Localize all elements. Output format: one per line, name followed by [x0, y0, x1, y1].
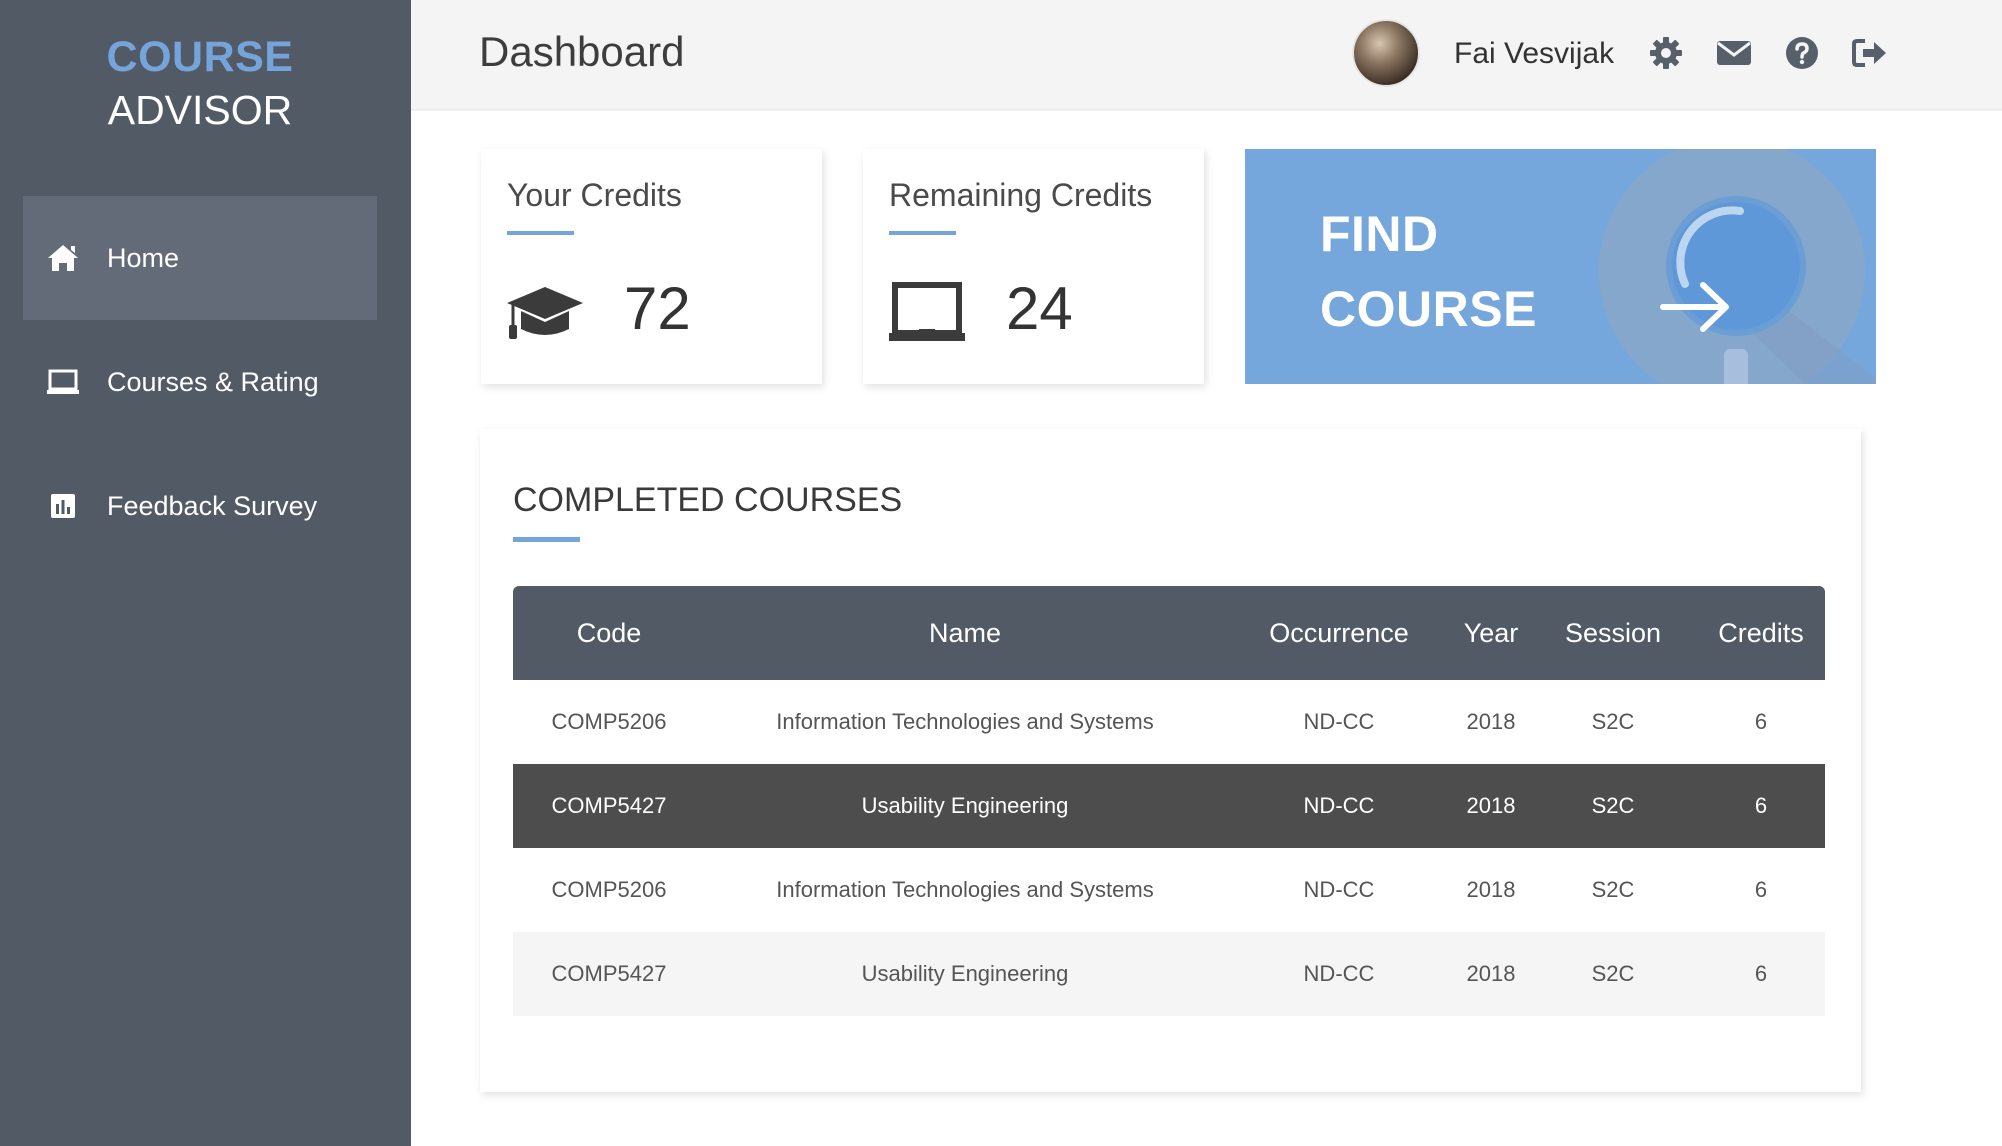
graduation-cap-icon — [505, 277, 585, 347]
logo-line1: COURSE — [106, 33, 294, 81]
envelope-icon[interactable] — [1715, 34, 1753, 72]
user-name[interactable]: Fai Vesvijak — [1454, 37, 1614, 71]
find-line1: FIND — [1320, 206, 1439, 262]
find-course-button[interactable]: FIND COURSE — [1245, 149, 1876, 384]
cell-year: 2018 — [1466, 709, 1516, 734]
table-row[interactable]: COMP5206 Information Technologies and Sy… — [513, 848, 1825, 932]
completed-courses-table: Code Name Occurrence Year Session Credit… — [513, 586, 1825, 1016]
cell-year: 2018 — [1466, 877, 1516, 902]
sign-out-icon[interactable] — [1851, 34, 1889, 72]
page-title: Dashboard — [479, 28, 685, 75]
top-bar: Dashboard Fai Vesvijak — [411, 0, 2002, 110]
card-title: Your Credits — [507, 177, 682, 213]
sidebar-item-feedback-survey[interactable]: Feedback Survey — [23, 444, 377, 568]
sidebar: COURSE ADVISOR Home Courses & Rating Fee… — [0, 0, 411, 1146]
table-row[interactable]: COMP5427 Usability Engineering ND-CC 201… — [513, 932, 1825, 1016]
laptop-icon — [45, 364, 81, 400]
cell-occurrence: ND-CC — [1303, 793, 1375, 818]
cell-credits: 6 — [1754, 961, 1768, 986]
avatar[interactable] — [1352, 19, 1420, 87]
app-logo[interactable]: COURSE ADVISOR — [0, 30, 400, 136]
cell-session: S2C — [1591, 961, 1635, 986]
cell-name: Information Technologies and Systems — [776, 709, 1154, 734]
logo-line2: ADVISOR — [107, 87, 293, 133]
column-header-session[interactable]: Session — [1529, 618, 1697, 649]
cell-session: S2C — [1591, 877, 1635, 902]
cell-name: Usability Engineering — [861, 961, 1069, 986]
table-row[interactable]: COMP5206 Information Technologies and Sy… — [513, 680, 1825, 764]
cell-occurrence: ND-CC — [1303, 877, 1375, 902]
remaining-credits-card: Remaining Credits 24 — [863, 149, 1204, 384]
card-underline — [889, 231, 956, 235]
cell-year: 2018 — [1466, 793, 1516, 818]
column-header-credits[interactable]: Credits — [1697, 618, 1825, 649]
find-line2: COURSE — [1320, 281, 1537, 337]
cell-session: S2C — [1591, 793, 1635, 818]
card-title: Remaining Credits — [889, 177, 1153, 213]
bar-chart-icon — [45, 488, 81, 524]
help-icon[interactable] — [1783, 34, 1821, 72]
sidebar-item-courses-rating[interactable]: Courses & Rating — [23, 320, 377, 444]
laptop-icon — [887, 277, 967, 347]
table-row-selected[interactable]: COMP5427 Usability Engineering ND-CC 201… — [513, 764, 1825, 848]
cell-credits: 6 — [1754, 877, 1768, 902]
column-header-code[interactable]: Code — [513, 618, 705, 649]
cell-credits: 6 — [1754, 793, 1768, 818]
home-icon — [45, 240, 81, 276]
sidebar-item-label: Courses & Rating — [107, 366, 319, 397]
sidebar-item-home[interactable]: Home — [23, 196, 377, 320]
section-underline — [513, 537, 580, 542]
table-header: Code Name Occurrence Year Session Credit… — [513, 586, 1825, 680]
cell-session: S2C — [1591, 709, 1635, 734]
column-header-year[interactable]: Year — [1453, 618, 1529, 649]
your-credits-card: Your Credits 72 — [481, 149, 822, 384]
cell-occurrence: ND-CC — [1303, 961, 1375, 986]
credits-value: 72 — [624, 275, 691, 342]
cell-occurrence: ND-CC — [1303, 709, 1375, 734]
cell-code: COMP5427 — [551, 793, 667, 818]
sidebar-item-label: Home — [107, 242, 180, 273]
cell-code: COMP5206 — [551, 877, 667, 902]
section-title: COMPLETED COURSES — [513, 481, 903, 519]
main-content: Your Credits 72 Remaining Credits 24 FIN… — [411, 111, 2002, 1146]
gear-icon[interactable] — [1647, 34, 1685, 72]
cell-code: COMP5206 — [551, 709, 667, 734]
cell-name: Usability Engineering — [861, 793, 1069, 818]
find-course-label: FIND COURSE — [1320, 197, 1537, 347]
sidebar-item-label: Feedback Survey — [107, 490, 318, 521]
card-underline — [507, 231, 574, 235]
cell-credits: 6 — [1754, 709, 1768, 734]
column-header-name[interactable]: Name — [705, 618, 1225, 649]
cell-code: COMP5427 — [551, 961, 667, 986]
cell-year: 2018 — [1466, 961, 1516, 986]
cell-name: Information Technologies and Systems — [776, 877, 1154, 902]
completed-courses-panel: COMPLETED COURSES Code Name Occurrence Y… — [480, 429, 1861, 1092]
remaining-credits-value: 24 — [1006, 275, 1073, 342]
column-header-occurrence[interactable]: Occurrence — [1225, 618, 1453, 649]
